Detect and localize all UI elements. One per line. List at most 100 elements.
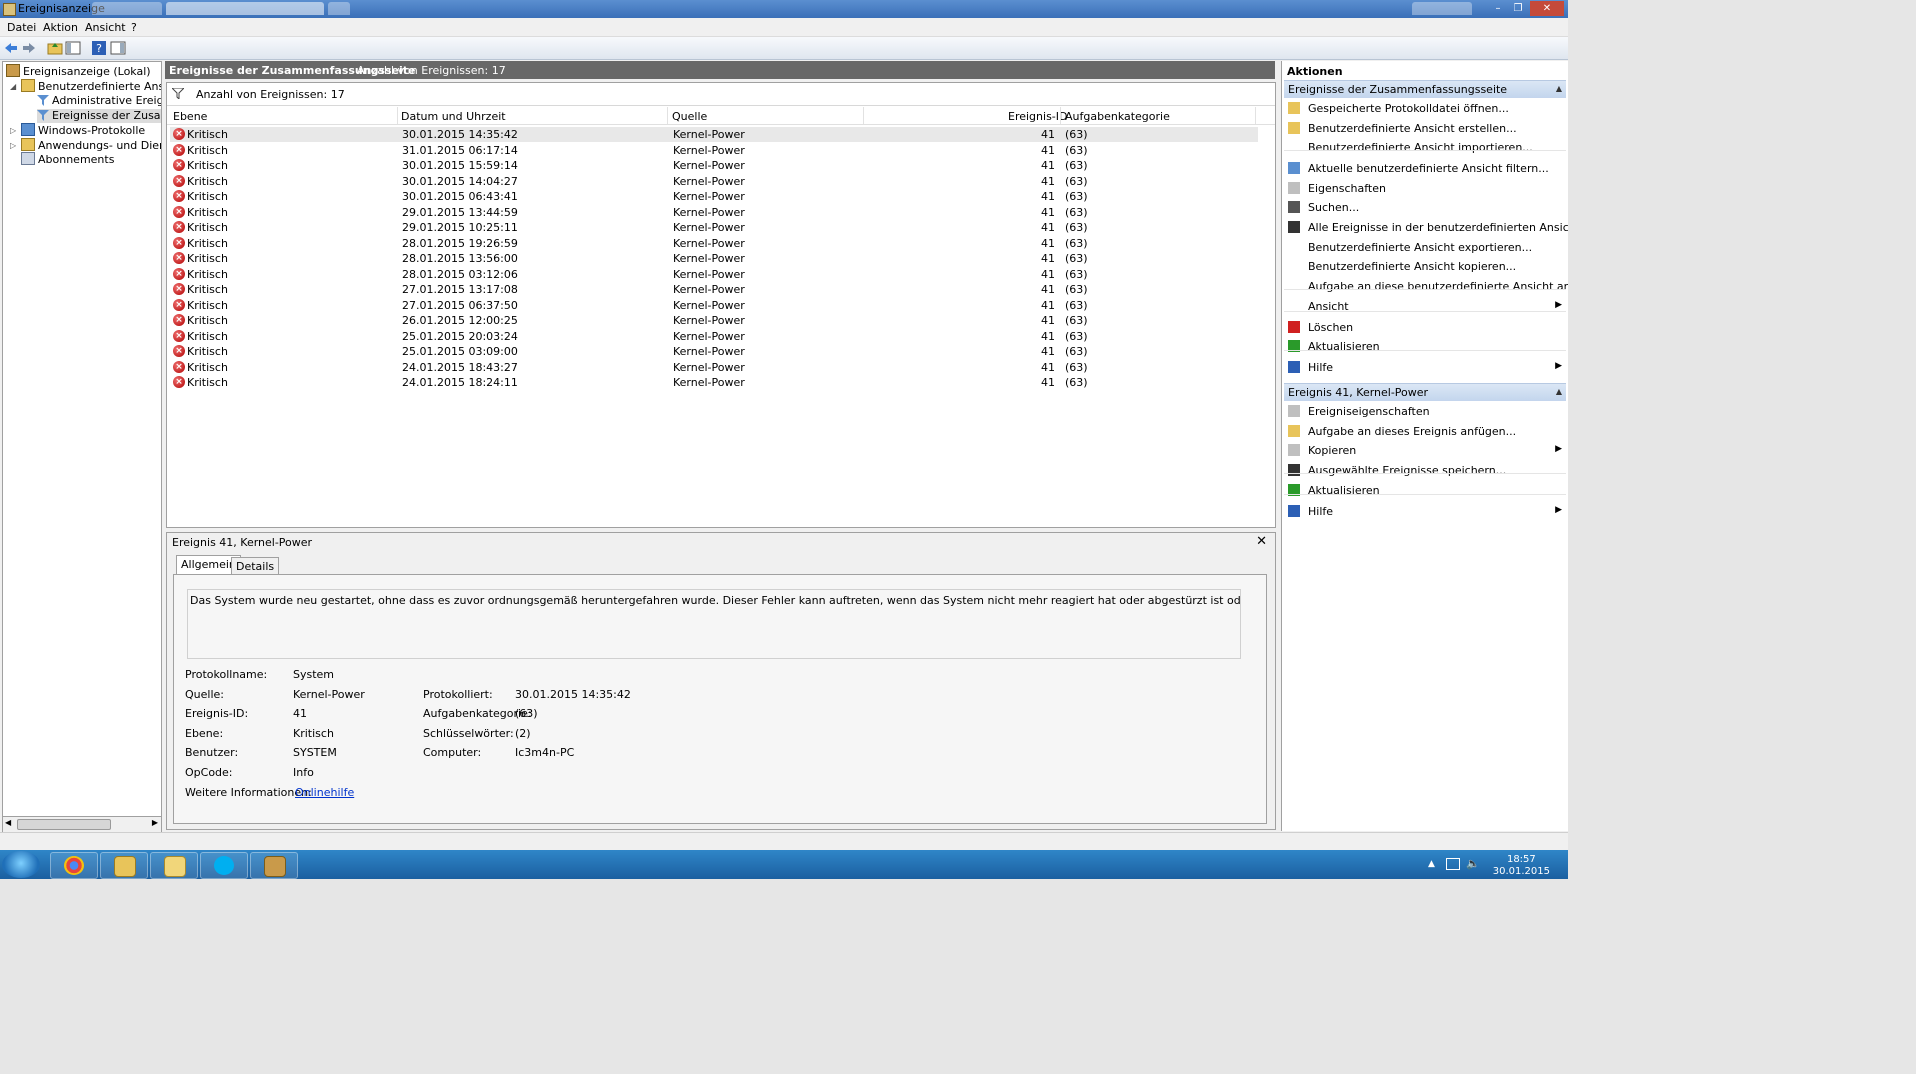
clock-date: 30.01.2015 [1492, 866, 1550, 877]
tree-item-custom-views[interactable]: Benutzerdefinierte Ansichten [21, 79, 161, 93]
taskbar-chrome[interactable] [50, 852, 98, 879]
tree-item-admin-events[interactable]: Administrative Ereignisse [37, 94, 161, 108]
back-arrow-icon[interactable] [3, 40, 19, 56]
table-row[interactable]: × Kritisch 30.01.2015 14:04:27 Kernel-Power… [170, 174, 1258, 189]
col-task-category[interactable]: Aufgabenkategorie [1065, 110, 1170, 123]
online-help-link[interactable]: Onlinehilfe [295, 786, 354, 799]
action-item[interactable]: Aktuelle benutzerdefinierte Ansicht filt… [1284, 159, 1566, 178]
table-row[interactable]: × Kritisch 30.01.2015 15:59:14 Kernel-Power… [170, 158, 1258, 173]
col-date[interactable]: Datum und Uhrzeit [401, 110, 506, 123]
expand-arrow-icon[interactable]: ▷ [10, 142, 17, 150]
taskbar-event-viewer[interactable] [250, 852, 298, 879]
close-detail-icon[interactable]: ✕ [1256, 534, 1267, 549]
action-item[interactable]: Aufgabe an dieses Ereignis anfügen... [1284, 422, 1566, 441]
table-row[interactable]: × Kritisch 24.01.2015 18:24:11 Kernel-Power… [170, 375, 1258, 390]
section-event-41[interactable]: Ereignis 41, Kernel-Power ▲ [1284, 383, 1566, 401]
col-level[interactable]: Ebene [173, 110, 207, 123]
column-divider[interactable] [397, 107, 398, 124]
clock[interactable]: 18:57 30.01.2015 [1493, 854, 1550, 878]
action-item[interactable]: Hilfe ▶ [1284, 502, 1566, 521]
forward-arrow-icon[interactable] [21, 40, 37, 56]
help-icon[interactable]: ? [91, 40, 107, 56]
show-hide-tree-icon[interactable] [65, 40, 81, 56]
tree-item-windows-logs[interactable]: Windows-Protokolle [21, 123, 145, 137]
action-item[interactable]: Kopieren ▶ [1284, 441, 1566, 460]
action-label: Aktualisieren [1308, 484, 1380, 497]
taskbar-skype[interactable] [200, 852, 248, 879]
maximize-icon[interactable]: ❐ [1508, 1, 1528, 16]
show-hidden-icons-icon[interactable]: ▲ [1428, 859, 1435, 869]
network-icon[interactable] [1446, 858, 1460, 870]
table-row[interactable]: × Kritisch 29.01.2015 10:25:11 Kernel-Power… [170, 220, 1258, 235]
col-event-id[interactable]: Ereignis-ID [1008, 110, 1067, 123]
table-row[interactable]: × Kritisch 30.01.2015 06:43:41 Kernel-Power… [170, 189, 1258, 204]
center-header: Ereignisse der Zusammenfassungsseite Anz… [165, 61, 1275, 79]
menu-view[interactable]: Ansicht [85, 21, 126, 34]
table-row[interactable]: × Kritisch 30.01.2015 14:35:42 Kernel-Power… [170, 127, 1258, 142]
action-item[interactable]: Ausgewählte Ereignisse speichern... [1284, 461, 1566, 480]
action-item[interactable]: Aufgabe an diese benutzerdefinierte Ansi… [1284, 277, 1568, 296]
action-item[interactable]: Ereigniseigenschaften [1284, 402, 1566, 421]
action-item[interactable]: Benutzerdefinierte Ansicht exportieren..… [1284, 238, 1566, 257]
scrollbar-thumb[interactable] [17, 819, 111, 830]
menu-action[interactable]: Aktion [43, 21, 78, 34]
action-item[interactable]: Aktualisieren [1284, 337, 1566, 356]
taskbar-folders[interactable] [150, 852, 198, 879]
tree-item-summary-events[interactable]: Ereignisse der Zusammenfassungsseite [37, 109, 161, 123]
table-row[interactable]: × Kritisch 27.01.2015 06:37:50 Kernel-Power… [170, 298, 1258, 313]
cell-date: 26.01.2015 12:00:25 [402, 314, 518, 327]
table-row[interactable]: × Kritisch 29.01.2015 13:44:59 Kernel-Power… [170, 205, 1258, 220]
tab-details[interactable]: Details [231, 557, 280, 575]
cell-task-category: (63) [1065, 252, 1088, 265]
collapse-arrow-icon[interactable]: ◢ [10, 83, 17, 91]
table-row[interactable]: × Kritisch 27.01.2015 13:17:08 Kernel-Power… [170, 282, 1258, 297]
tree-horizontal-scrollbar[interactable]: ◀ ▶ [2, 816, 162, 833]
actions-title: Aktionen [1287, 65, 1343, 78]
action-item[interactable]: Ansicht ▶ [1284, 297, 1566, 316]
table-row[interactable]: × Kritisch 25.01.2015 20:03:24 Kernel-Power… [170, 329, 1258, 344]
action-item[interactable]: Löschen [1284, 318, 1566, 337]
folder-up-icon[interactable] [47, 40, 63, 56]
table-row[interactable]: × Kritisch 25.01.2015 03:09:00 Kernel-Power… [170, 344, 1258, 359]
start-button[interactable] [2, 851, 40, 878]
table-row[interactable]: × Kritisch 28.01.2015 19:26:59 Kernel-Power… [170, 236, 1258, 251]
menu-help[interactable]: ? [131, 21, 137, 34]
action-item[interactable]: Benutzerdefinierte Ansicht erstellen... [1284, 119, 1566, 138]
collapse-section-icon[interactable]: ▲ [1556, 84, 1562, 93]
event-viewer-app-icon [3, 3, 16, 16]
close-window-icon[interactable]: ✕ [1530, 1, 1564, 16]
section-summary-events[interactable]: Ereignisse der Zusammenfassungsseite ▲ [1284, 80, 1566, 98]
taskbar-explorer[interactable] [100, 852, 148, 879]
scroll-left-icon[interactable]: ◀ [5, 818, 11, 827]
action-item[interactable]: Benutzerdefinierte Ansicht importieren..… [1284, 138, 1566, 157]
volume-icon[interactable]: 🔈 [1466, 857, 1480, 870]
action-item[interactable]: Alle Ereignisse in der benutzerdefiniert… [1284, 218, 1568, 237]
cell-level: Kritisch [187, 345, 228, 358]
action-item[interactable]: Gespeicherte Protokolldatei öffnen... [1284, 99, 1566, 118]
column-divider[interactable] [863, 107, 864, 124]
table-row[interactable]: × Kritisch 28.01.2015 13:56:00 Kernel-Power… [170, 251, 1258, 266]
table-row[interactable]: × Kritisch 26.01.2015 12:00:25 Kernel-Power… [170, 313, 1258, 328]
col-source[interactable]: Quelle [672, 110, 707, 123]
action-item[interactable]: Suchen... [1284, 198, 1566, 217]
collapse-section-icon[interactable]: ▲ [1556, 387, 1562, 396]
tree-item-root[interactable]: Ereignisanzeige (Lokal) [6, 64, 151, 78]
menu-file[interactable]: Datei [7, 21, 36, 34]
table-row[interactable]: × Kritisch 28.01.2015 03:12:06 Kernel-Power… [170, 267, 1258, 282]
action-item[interactable]: Eigenschaften [1284, 179, 1566, 198]
action-label: Ereigniseigenschaften [1308, 405, 1430, 418]
table-row[interactable]: × Kritisch 24.01.2015 18:43:27 Kernel-Power… [170, 360, 1258, 375]
expand-arrow-icon[interactable]: ▷ [10, 127, 17, 135]
scroll-right-icon[interactable]: ▶ [152, 818, 158, 827]
table-row[interactable]: × Kritisch 31.01.2015 06:17:14 Kernel-Power… [170, 143, 1258, 158]
tree-item-subscriptions[interactable]: Abonnements [21, 152, 114, 166]
column-divider[interactable] [1060, 107, 1061, 124]
column-divider[interactable] [667, 107, 668, 124]
show-hide-action-pane-icon[interactable] [110, 40, 126, 56]
column-divider[interactable] [1255, 107, 1256, 124]
action-item[interactable]: Benutzerdefinierte Ansicht kopieren... [1284, 257, 1566, 276]
minimize-icon[interactable]: – [1488, 1, 1508, 16]
tree-item-app-logs[interactable]: Anwendungs- und Dienstprotokolle [21, 138, 161, 152]
action-item[interactable]: Aktualisieren [1284, 481, 1566, 500]
action-item[interactable]: Hilfe ▶ [1284, 358, 1566, 377]
